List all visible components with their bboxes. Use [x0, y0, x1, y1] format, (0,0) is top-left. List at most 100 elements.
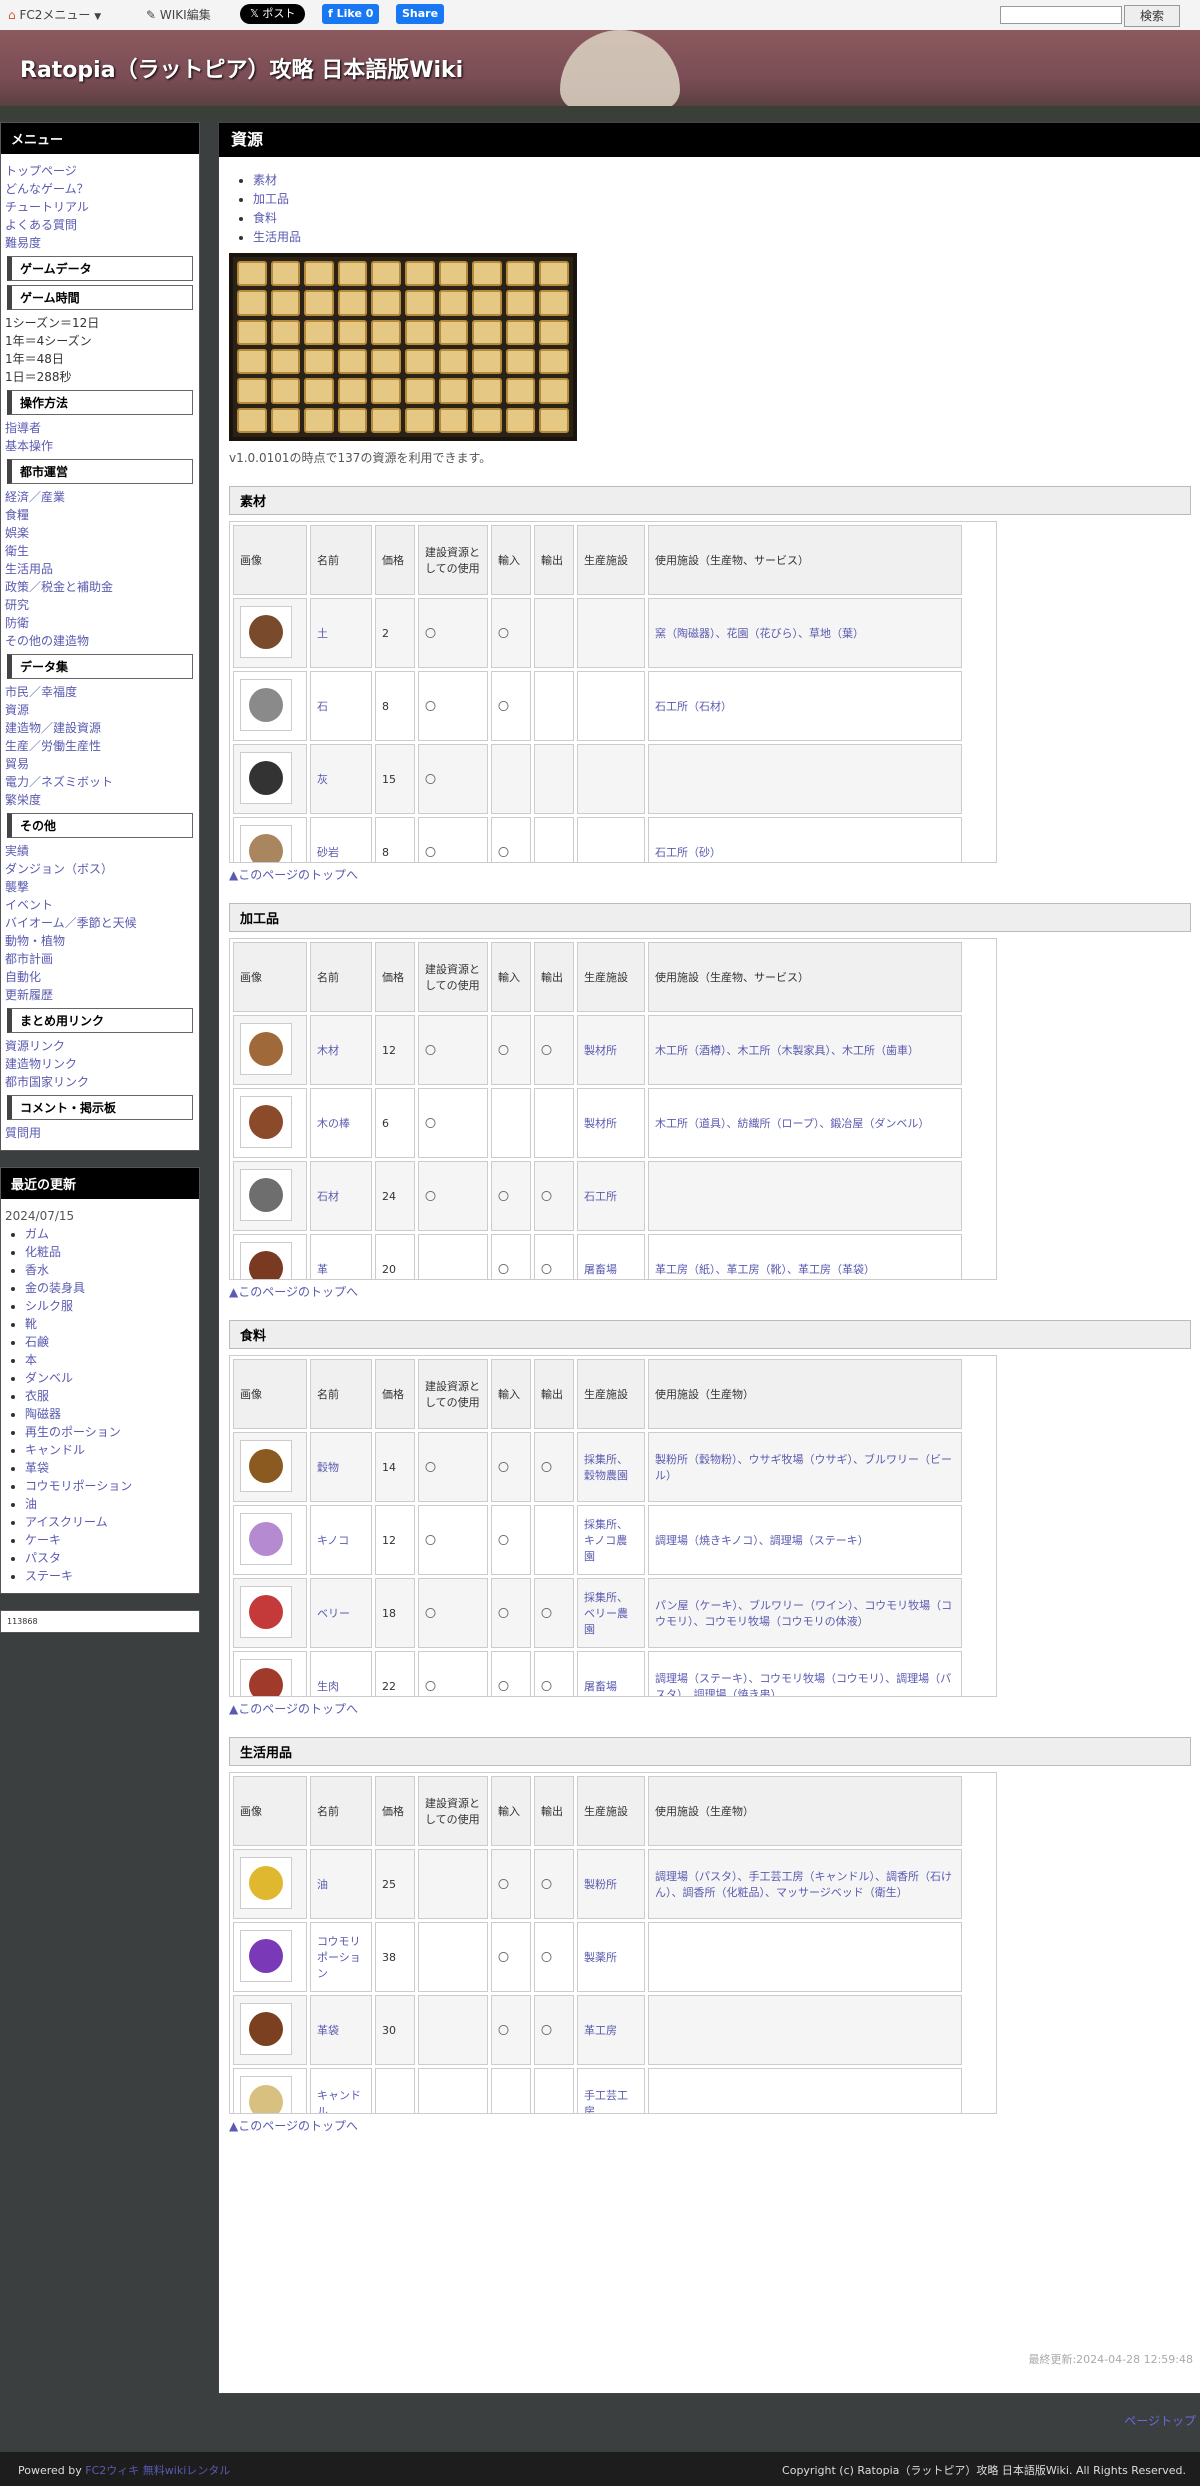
recent-item-link[interactable]: 油 — [25, 1497, 37, 1511]
search-button[interactable]: 検索 — [1124, 5, 1180, 27]
recent-item-link[interactable]: コウモリポーション — [25, 1479, 132, 1493]
fb-like-button[interactable]: f Like 0 — [322, 4, 380, 24]
resource-name-link[interactable]: 石 — [317, 700, 328, 713]
use-link[interactable]: 製粉所（穀物粉）、ウサギ牧場（ウサギ）、ブルワリー（ビール） — [655, 1453, 952, 1482]
use-link[interactable]: 調理場（焼きキノコ）、調理場（ステーキ） — [655, 1534, 869, 1547]
recent-item-link[interactable]: 衣服 — [25, 1389, 49, 1403]
recent-item-link[interactable]: ダンベル — [25, 1371, 73, 1385]
sidebar-data-link[interactable]: 資源 — [5, 701, 195, 719]
facility-link[interactable]: 採集所、キノコ農園 — [584, 1518, 628, 1563]
resource-name-link[interactable]: 革袋 — [317, 2024, 339, 2037]
sidebar-other-link[interactable]: イベント — [5, 896, 195, 914]
resource-name-link[interactable]: キャンドル — [317, 2089, 361, 2113]
toc-link[interactable]: 生活用品 — [253, 230, 301, 244]
resource-name-link[interactable]: 生肉 — [317, 1680, 339, 1693]
fc2-wiki-link[interactable]: FC2ウィキ 無料wikiレンタル — [85, 2464, 230, 2477]
sidebar-data-link[interactable]: 建造物／建設資源 — [5, 719, 195, 737]
use-link[interactable]: 調理場（パスタ）、手工芸工房（キャンドル）、調香所（石けん）、調香所（化粧品）、… — [655, 1870, 952, 1899]
resource-name-link[interactable]: キノコ — [317, 1534, 349, 1547]
sidebar-city-link[interactable]: 経済／産業 — [5, 488, 195, 506]
sidebar-data-link[interactable]: 電力／ネズミボット — [5, 773, 195, 791]
toc-link[interactable]: 食料 — [253, 211, 277, 225]
facility-link[interactable]: 石工所 — [584, 1190, 617, 1203]
facility-link[interactable]: 屠畜場 — [584, 1680, 617, 1693]
toc-link[interactable]: 素材 — [253, 173, 277, 187]
resource-name-link[interactable]: 木の棒 — [317, 1117, 350, 1130]
recent-item-link[interactable]: 靴 — [25, 1317, 37, 1331]
recent-item-link[interactable]: ケーキ — [25, 1533, 61, 1547]
sidebar-other-link[interactable]: 都市計画 — [5, 950, 195, 968]
facility-link[interactable]: 採集所、ベリー農園 — [584, 1591, 628, 1636]
resource-name-link[interactable]: コウモリポーション — [317, 1935, 361, 1980]
section-table-scroll[interactable]: 画像 名前 価格 建設資源としての使用 輸入 輸出 生産施設 使用施設（生産物、サービス） 土 2… — [229, 521, 997, 863]
sidebar-top-link[interactable]: トップページ — [5, 162, 195, 180]
use-link[interactable]: 窯（陶磁器）、花園（花びら）、草地（葉） — [655, 627, 864, 640]
wiki-edit-link[interactable]: ✎ WIKI編集 — [146, 6, 211, 23]
sidebar-other-link[interactable]: 更新履歴 — [5, 986, 195, 1004]
resource-name-link[interactable]: 灰 — [317, 773, 328, 786]
search-input[interactable] — [1000, 6, 1122, 24]
resource-name-link[interactable]: 革 — [317, 1263, 328, 1276]
recent-item-link[interactable]: 香水 — [25, 1263, 49, 1277]
use-link[interactable]: パン屋（ケーキ）、ブルワリー（ワイン）、コウモリ牧場（コウモリ）、コウモリ牧場（… — [655, 1599, 952, 1628]
facility-link[interactable]: 革工房 — [584, 2024, 617, 2037]
recent-item-link[interactable]: 再生のポーション — [25, 1425, 121, 1439]
facility-link[interactable]: 採集所、穀物農園 — [584, 1453, 628, 1482]
resource-name-link[interactable]: ベリー — [317, 1607, 350, 1620]
sidebar-city-link[interactable]: 衛生 — [5, 542, 195, 560]
sidebar-controls-link[interactable]: 基本操作 — [5, 437, 195, 455]
recent-item-link[interactable]: シルク服 — [25, 1299, 73, 1313]
sidebar-comments-link[interactable]: 質問用 — [5, 1124, 195, 1142]
facility-link[interactable]: 屠畜場 — [584, 1263, 617, 1276]
use-link[interactable]: 木工所（道具）、紡織所（ロープ）、鍛冶屋（ダンベル） — [655, 1117, 929, 1130]
sidebar-other-link[interactable]: 動物・植物 — [5, 932, 195, 950]
sidebar-top-link[interactable]: チュートリアル — [5, 198, 195, 216]
fc2-menu[interactable]: ⌂ FC2メニュー ▼ — [8, 6, 101, 23]
resource-name-link[interactable]: 石材 — [317, 1190, 339, 1203]
recent-item-link[interactable]: アイスクリーム — [25, 1515, 108, 1529]
recent-item-link[interactable]: ガム — [25, 1227, 49, 1241]
recent-item-link[interactable]: 革袋 — [25, 1461, 49, 1475]
fb-share-button[interactable]: Share — [396, 4, 445, 24]
x-post-button[interactable]: 𝕏 ポスト — [240, 4, 306, 24]
resource-name-link[interactable]: 土 — [317, 627, 328, 640]
sidebar-links-link[interactable]: 資源リンク — [5, 1037, 195, 1055]
sidebar-city-link[interactable]: 政策／税金と補助金 — [5, 578, 195, 596]
toc-link[interactable]: 加工品 — [253, 192, 289, 206]
sidebar-city-link[interactable]: 娯楽 — [5, 524, 195, 542]
sidebar-data-link[interactable]: 繁栄度 — [5, 791, 195, 809]
sidebar-city-link[interactable]: 食糧 — [5, 506, 195, 524]
sidebar-data-link[interactable]: 貿易 — [5, 755, 195, 773]
recent-item-link[interactable]: ステーキ — [25, 1569, 73, 1583]
site-title-link[interactable]: Ratopia（ラットピア）攻略 日本語版Wiki — [20, 52, 463, 84]
sidebar-other-link[interactable]: ダンジョン（ボス） — [5, 860, 195, 878]
facility-link[interactable]: 製材所 — [584, 1044, 617, 1057]
recent-item-link[interactable]: キャンドル — [25, 1443, 85, 1457]
sidebar-controls-link[interactable]: 指導者 — [5, 419, 195, 437]
to-top-link[interactable]: ▲このページのトップへ — [229, 868, 358, 882]
sidebar-top-link[interactable]: よくある質問 — [5, 216, 195, 234]
facility-link[interactable]: 製粉所 — [584, 1878, 617, 1891]
to-top-link[interactable]: ▲このページのトップへ — [229, 2119, 358, 2133]
sidebar-other-link[interactable]: 襲撃 — [5, 878, 195, 896]
section-table-scroll[interactable]: 画像 名前 価格 建設資源としての使用 輸入 輸出 生産施設 使用施設（生産物）油 25 〇〇製粉… — [229, 1772, 997, 2114]
sidebar-other-link[interactable]: バイオーム／季節と天候 — [5, 914, 195, 932]
use-link[interactable]: 革工房（紙）、革工房（靴）、革工房（革袋） — [655, 1263, 875, 1276]
recent-item-link[interactable]: 石鹸 — [25, 1335, 49, 1349]
sidebar-city-link[interactable]: その他の建造物 — [5, 632, 195, 650]
sidebar-data-link[interactable]: 市民／幸福度 — [5, 683, 195, 701]
sidebar-links-link[interactable]: 建造物リンク — [5, 1055, 195, 1073]
sidebar-other-link[interactable]: 実績 — [5, 842, 195, 860]
resource-name-link[interactable]: 穀物 — [317, 1461, 339, 1474]
page-top-link[interactable]: ページトップ — [1124, 2412, 1196, 2429]
sidebar-top-link[interactable]: どんなゲーム？ — [5, 180, 195, 198]
use-link[interactable]: 石工所（砂） — [655, 846, 721, 859]
use-link[interactable]: 木工所（酒樽）、木工所（木製家具）、木工所（歯車） — [655, 1044, 919, 1057]
section-table-scroll[interactable]: 画像 名前 価格 建設資源としての使用 輸入 輸出 生産施設 使用施設（生産物、サービス） 木材… — [229, 938, 997, 1280]
facility-link[interactable]: 製薬所 — [584, 1951, 617, 1964]
sidebar-city-link[interactable]: 生活用品 — [5, 560, 195, 578]
recent-item-link[interactable]: 金の装身具 — [25, 1281, 85, 1295]
to-top-link[interactable]: ▲このページのトップへ — [229, 1702, 358, 1716]
sidebar-city-link[interactable]: 研究 — [5, 596, 195, 614]
resource-name-link[interactable]: 油 — [317, 1878, 328, 1891]
